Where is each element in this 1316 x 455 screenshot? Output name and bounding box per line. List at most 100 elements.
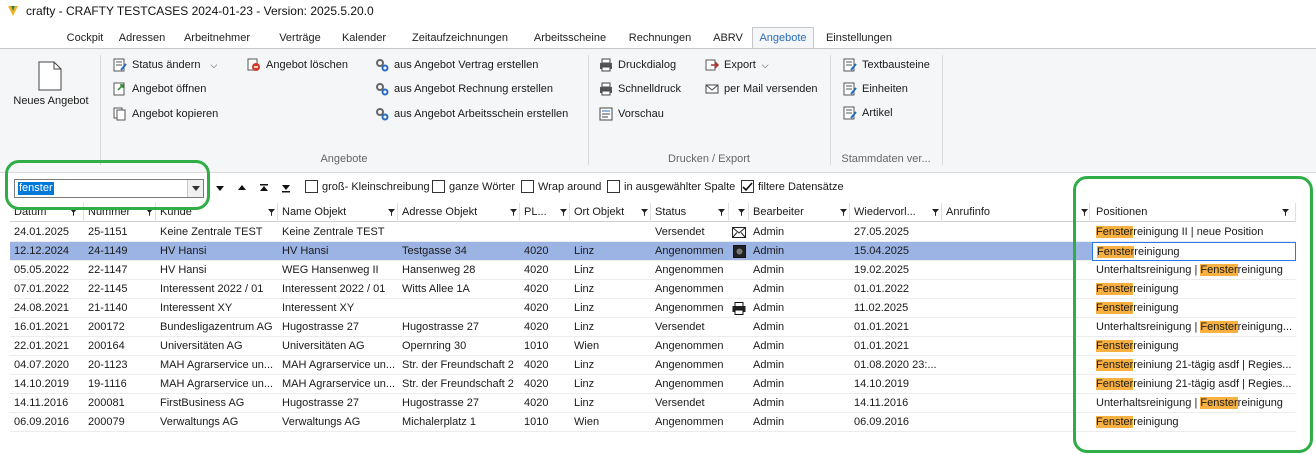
- table-cell-nummer: 25-1151: [88, 226, 128, 238]
- table-row[interactable]: 24.01.2025 25-1151 Keine Zentrale TEST Kein…: [10, 223, 1296, 242]
- table-row[interactable]: 14.11.2016 200081 FirstBusiness AG Hugostra…: [10, 394, 1296, 413]
- table-cell-status: Angenommen: [655, 245, 724, 257]
- table-cell-wv: 01.08.2020 23:...: [854, 359, 937, 371]
- filter-icon[interactable]: [1282, 209, 1289, 216]
- column-header-ort-objekt[interactable]: Ort Objekt: [570, 203, 651, 222]
- search-match-highlight: Fenster: [1096, 226, 1134, 238]
- chevron-down-icon[interactable]: [187, 180, 203, 197]
- filter-icon[interactable]: [510, 209, 517, 216]
- filter-icon[interactable]: [641, 209, 648, 216]
- chevron-down-icon: ⌵: [761, 59, 769, 70]
- filter-icon[interactable]: [1081, 209, 1088, 216]
- table-cell-bearbeiter: Admin: [753, 321, 785, 333]
- filter-icon[interactable]: [718, 209, 725, 216]
- table-cell-datum: 24.01.2025: [14, 226, 70, 238]
- table-cell-plz: [520, 223, 570, 242]
- table-cell-positionen: Fensterreinigung II | neue Position: [1092, 223, 1296, 242]
- tab-cockpit[interactable]: Cockpit: [58, 28, 112, 48]
- filter-icon[interactable]: [70, 209, 77, 216]
- status-change-button[interactable]: Status ändern ⌵: [112, 56, 217, 74]
- tab-vertraege[interactable]: Verträge: [270, 28, 330, 48]
- tab-abrv[interactable]: ABRV: [706, 28, 750, 48]
- checkbox-box: [432, 180, 445, 193]
- tab-kalender[interactable]: Kalender: [334, 28, 394, 48]
- tab-einstellungen[interactable]: Einstellungen: [816, 28, 902, 48]
- table-cell-wv: 15.04.2025: [854, 245, 910, 257]
- table-row[interactable]: 07.01.2022 22-1145 Interessent 2022 / 01 In…: [10, 280, 1296, 299]
- create-invoice-button[interactable]: aus Angebot Rechnung erstellen: [374, 80, 553, 98]
- tab-rechnungen[interactable]: Rechnungen: [620, 28, 700, 48]
- checkbox-box: [521, 180, 534, 193]
- table-cell-anruf: [942, 242, 1090, 261]
- filter-icon[interactable]: [268, 209, 275, 216]
- table-cell-positionen: Unterhaltsreinigung | Fensterreinigung: [1092, 261, 1296, 280]
- table-row[interactable]: 12.12.2024 24-1149 HV Hansi HV Hansi Testgas…: [10, 242, 1296, 261]
- previous-match-icon[interactable]: [236, 182, 248, 194]
- table-cell-icon: [729, 394, 749, 413]
- group-label-print: Drucken / Export: [668, 153, 750, 165]
- position-text: reinigung: [1133, 340, 1179, 352]
- filter-icon[interactable]: [738, 209, 745, 216]
- create-worksheet-button[interactable]: aus Angebot Arbeitsschein erstellen: [374, 105, 568, 123]
- case-sensitive-checkbox[interactable]: groß- Kleinschreibung: [305, 180, 430, 193]
- send-mail-label: per Mail versenden: [724, 83, 818, 95]
- table-row[interactable]: 24.08.2021 21-1140 Interessent XY Interesse…: [10, 299, 1296, 318]
- table-cell-datum: 04.07.2020: [14, 359, 70, 371]
- tab-adressen[interactable]: Adressen: [112, 28, 172, 48]
- column-header-wiedervorlage[interactable]: Wiedervorl...: [850, 203, 942, 222]
- tab-angebote[interactable]: Angebote: [752, 27, 814, 49]
- table-row[interactable]: 22.01.2021 200164 Universitäten AG Universi…: [10, 337, 1296, 356]
- bottom-match-icon[interactable]: [280, 182, 292, 194]
- search-match-highlight: Fenster: [1096, 378, 1134, 390]
- filter-icon[interactable]: [146, 209, 153, 216]
- wrap-around-checkbox[interactable]: Wrap around: [521, 180, 601, 193]
- open-offer-button[interactable]: Angebot öffnen: [112, 80, 206, 98]
- new-offer-button[interactable]: Neues Angebot: [6, 59, 96, 117]
- ribbon-separator: [830, 55, 831, 165]
- first-match-icon[interactable]: [214, 182, 226, 194]
- tab-arbeitsscheine[interactable]: Arbeitsscheine: [525, 28, 615, 48]
- selected-column-checkbox[interactable]: in ausgewählter Spalte: [607, 180, 735, 193]
- copy-offer-button[interactable]: Angebot kopieren: [112, 105, 218, 123]
- filter-records-checkbox[interactable]: filtere Datensätze: [741, 180, 844, 193]
- column-header-bearbeiter[interactable]: Bearbeiter: [749, 203, 850, 222]
- title-bar: crafty - CRAFTY TESTCASES 2024-01-23 - V…: [0, 0, 1316, 22]
- column-header-anrufinfo[interactable]: Anrufinfo: [942, 203, 1090, 222]
- filter-icon[interactable]: [560, 209, 567, 216]
- tab-arbeitnehmer[interactable]: Arbeitnehmer: [180, 28, 254, 48]
- text-blocks-button[interactable]: Textbausteine: [842, 56, 930, 74]
- tab-zeitaufzeichnungen[interactable]: Zeitaufzeichnungen: [401, 28, 519, 48]
- case-sensitive-label: groß- Kleinschreibung: [322, 180, 430, 193]
- print-dialog-button[interactable]: Druckdialog: [598, 56, 676, 74]
- table-cell-status: Angenommen: [655, 283, 724, 295]
- articles-button[interactable]: Artikel: [842, 104, 893, 122]
- table-cell-adresse: Str. der Freundschaft 2: [402, 359, 514, 371]
- filter-icon[interactable]: [388, 209, 395, 216]
- column-header-name-objekt[interactable]: Name Objekt: [278, 203, 398, 222]
- column-header-adresse-objekt[interactable]: Adresse Objekt: [398, 203, 520, 222]
- column-header-positionen[interactable]: Positionen: [1092, 203, 1296, 222]
- table-row[interactable]: 16.01.2021 200172 Bundesligazentrum AG Hugo…: [10, 318, 1296, 337]
- delete-offer-button[interactable]: Angebot löschen: [246, 56, 348, 74]
- units-button[interactable]: Einheiten: [842, 80, 908, 98]
- top-match-icon[interactable]: [258, 182, 270, 194]
- whole-words-checkbox[interactable]: ganze Wörter: [432, 180, 515, 193]
- create-contract-button[interactable]: aus Angebot Vertrag erstellen: [374, 56, 538, 74]
- search-input[interactable]: fenster: [14, 179, 204, 198]
- column-header-kunde[interactable]: Kunde: [156, 203, 278, 222]
- position-text: reiniung 21-tägig asdf | Regies...: [1133, 359, 1292, 371]
- quick-print-button[interactable]: Schnelldruck: [598, 80, 681, 98]
- filter-icon[interactable]: [840, 209, 847, 216]
- send-mail-button[interactable]: per Mail versenden: [704, 80, 818, 98]
- preview-button[interactable]: Vorschau: [598, 105, 664, 123]
- table-cell-plz: 1010: [524, 340, 549, 352]
- table-row[interactable]: 06.09.2016 200079 Verwaltungs AG Verwaltung…: [10, 413, 1296, 432]
- filter-icon[interactable]: [932, 209, 939, 216]
- table-row[interactable]: 14.10.2019 19-1116 MAH Agrarservice un... M…: [10, 375, 1296, 394]
- gears-icon: [374, 106, 390, 122]
- export-button[interactable]: Export ⌵: [704, 56, 769, 74]
- table-cell-datum: 22.01.2021: [14, 340, 70, 352]
- table-row[interactable]: 05.05.2022 22-1147 HV Hansi WEG Hansenweg I…: [10, 261, 1296, 280]
- table-row[interactable]: 04.07.2020 20-1123 MAH Agrarservice un... M…: [10, 356, 1296, 375]
- copy-icon: [112, 106, 128, 122]
